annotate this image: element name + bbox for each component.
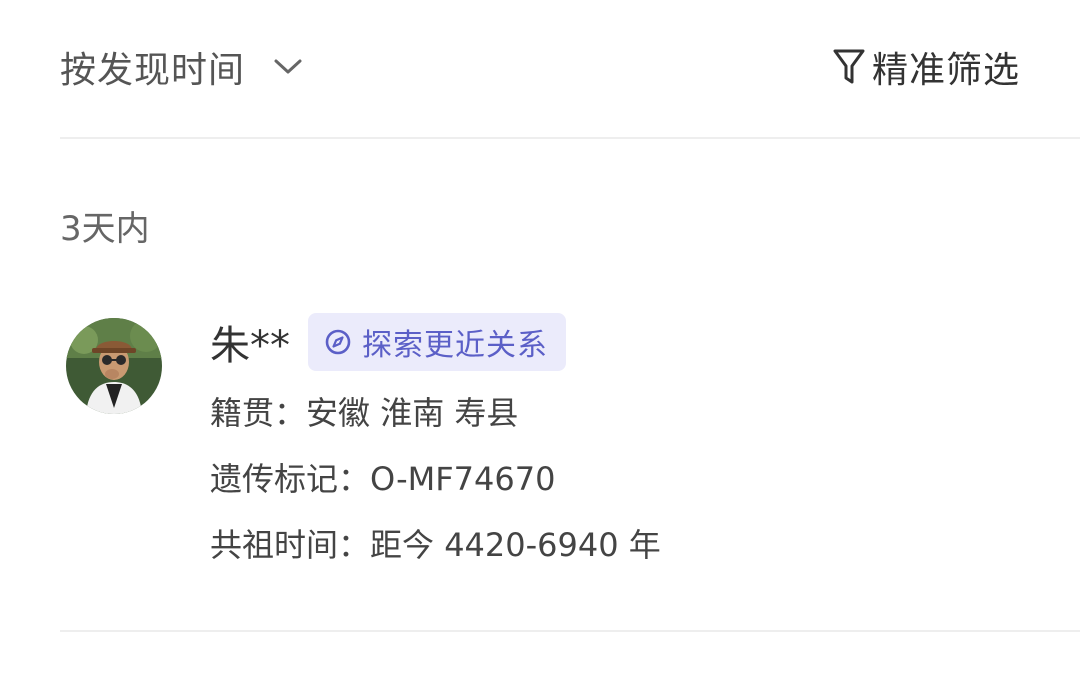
match-card[interactable]: 朱** 探索更近关系 籍贯： 安徽 淮南 寿县 遗传标记： O-MF74670 … <box>60 312 1080 592</box>
match-name: 朱** <box>210 323 290 369</box>
card-divider <box>60 630 1080 632</box>
common-ancestor-label: 共祖时间： <box>210 526 371 564</box>
explore-label: 探索更近关系 <box>362 328 548 363</box>
hometown-label: 籍贯： <box>210 394 307 432</box>
chevron-down-icon <box>273 58 303 76</box>
compass-icon <box>324 328 352 356</box>
name-row: 朱** 探索更近关系 <box>210 312 1080 372</box>
funnel-icon <box>832 47 866 87</box>
common-ancestor-row: 共祖时间： 距今 4420-6940 年 <box>210 512 1080 578</box>
common-ancestor-value: 距今 4420-6940 年 <box>370 526 661 564</box>
filter-label: 精准筛选 <box>871 50 1020 91</box>
hometown-row: 籍贯： 安徽 淮南 寿县 <box>210 380 1080 446</box>
group-title: 3天内 <box>60 209 150 249</box>
match-info: 朱** 探索更近关系 籍贯： 安徽 淮南 寿县 遗传标记： O-MF74670 … <box>210 312 1080 578</box>
explore-closer-relation-button[interactable]: 探索更近关系 <box>308 313 566 371</box>
top-bar: 按发现时间 精准筛选 <box>0 0 1080 138</box>
sort-dropdown[interactable]: 按发现时间 <box>60 40 303 94</box>
genetic-marker-label: 遗传标记： <box>210 460 371 498</box>
avatar[interactable] <box>66 318 162 414</box>
sort-label: 按发现时间 <box>60 50 246 91</box>
precise-filter-button[interactable]: 精准筛选 <box>832 40 1020 94</box>
genetic-marker-value: O-MF74670 <box>370 460 556 498</box>
hometown-value: 安徽 淮南 寿县 <box>306 394 519 432</box>
header-divider <box>60 137 1080 139</box>
genetic-marker-row: 遗传标记： O-MF74670 <box>210 446 1080 512</box>
